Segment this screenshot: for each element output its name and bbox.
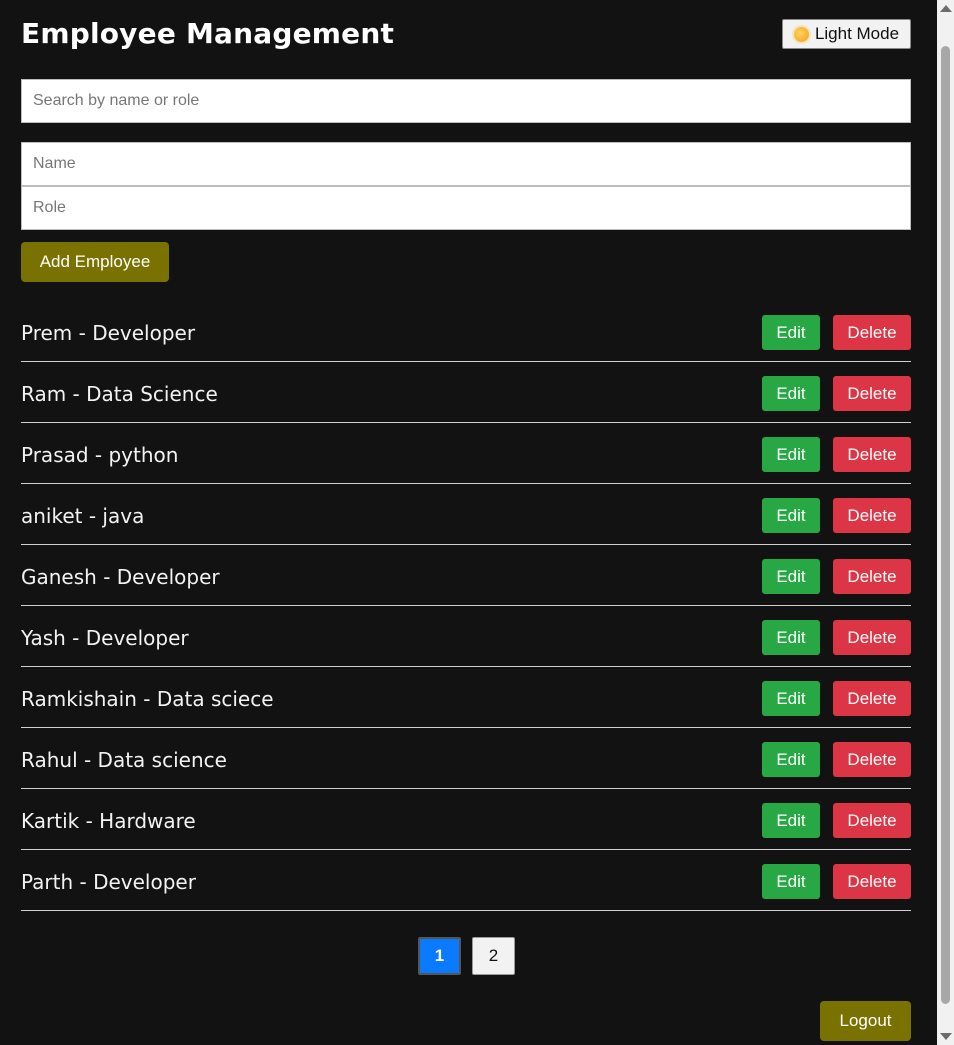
employee-label: Ganesh - Developer xyxy=(21,565,220,589)
edit-button[interactable]: Edit xyxy=(762,315,820,350)
search-input[interactable] xyxy=(21,79,911,123)
edit-button[interactable]: Edit xyxy=(762,864,820,899)
employee-label: Rahul - Data science xyxy=(21,748,227,772)
light-mode-toggle-button[interactable]: Light Mode xyxy=(782,19,911,49)
list-item: Yash - Developer Edit Delete xyxy=(21,606,911,667)
list-item: Prem - Developer Edit Delete xyxy=(21,301,911,362)
edit-button[interactable]: Edit xyxy=(762,376,820,411)
employee-label: Kartik - Hardware xyxy=(21,809,196,833)
page-title: Employee Management xyxy=(21,17,395,50)
light-mode-label: Light Mode xyxy=(814,24,900,43)
list-item: Ramkishain - Data sciece Edit Delete xyxy=(21,667,911,728)
list-item: Ganesh - Developer Edit Delete xyxy=(21,545,911,606)
scroll-down-arrow-icon[interactable] xyxy=(940,1033,952,1040)
employee-label: Prem - Developer xyxy=(21,321,196,345)
employee-label: Prasad - python xyxy=(21,443,179,467)
edit-button[interactable]: Edit xyxy=(762,681,820,716)
edit-button[interactable]: Edit xyxy=(762,498,820,533)
list-item: Kartik - Hardware Edit Delete xyxy=(21,789,911,850)
list-item: aniket - java Edit Delete xyxy=(21,484,911,545)
employee-label: Parth - Developer xyxy=(21,870,196,894)
edit-button[interactable]: Edit xyxy=(762,620,820,655)
add-employee-button[interactable]: Add Employee xyxy=(21,242,169,282)
delete-button[interactable]: Delete xyxy=(833,681,911,716)
name-field[interactable] xyxy=(21,142,911,186)
scroll-thumb[interactable] xyxy=(941,46,950,1004)
employee-label: Ram - Data Science xyxy=(21,382,218,406)
scroll-up-arrow-icon[interactable] xyxy=(940,5,952,12)
list-item: Prasad - python Edit Delete xyxy=(21,423,911,484)
employee-label: aniket - java xyxy=(21,504,145,528)
delete-button[interactable]: Delete xyxy=(833,498,911,533)
edit-button[interactable]: Edit xyxy=(762,742,820,777)
employee-label: Yash - Developer xyxy=(21,626,189,650)
logout-button[interactable]: Logout xyxy=(820,1001,911,1041)
delete-button[interactable]: Delete xyxy=(833,742,911,777)
edit-button[interactable]: Edit xyxy=(762,559,820,594)
page-button-1[interactable]: 1 xyxy=(418,937,461,975)
employee-label: Ramkishain - Data sciece xyxy=(21,687,274,711)
pagination: 1 2 xyxy=(418,937,515,975)
delete-button[interactable]: Delete xyxy=(833,864,911,899)
delete-button[interactable]: Delete xyxy=(833,437,911,472)
list-item: Ram - Data Science Edit Delete xyxy=(21,362,911,423)
edit-button[interactable]: Edit xyxy=(762,803,820,838)
vertical-scrollbar[interactable] xyxy=(937,0,954,1045)
delete-button[interactable]: Delete xyxy=(833,376,911,411)
employee-list: Prem - Developer Edit Delete Ram - Data … xyxy=(21,301,911,911)
edit-button[interactable]: Edit xyxy=(762,437,820,472)
delete-button[interactable]: Delete xyxy=(833,559,911,594)
list-item: Rahul - Data science Edit Delete xyxy=(21,728,911,789)
page-button-2[interactable]: 2 xyxy=(472,937,515,975)
delete-button[interactable]: Delete xyxy=(833,803,911,838)
role-field[interactable] xyxy=(21,186,911,230)
delete-button[interactable]: Delete xyxy=(833,620,911,655)
list-item: Parth - Developer Edit Delete xyxy=(21,850,911,911)
sun-icon xyxy=(793,26,809,42)
delete-button[interactable]: Delete xyxy=(833,315,911,350)
